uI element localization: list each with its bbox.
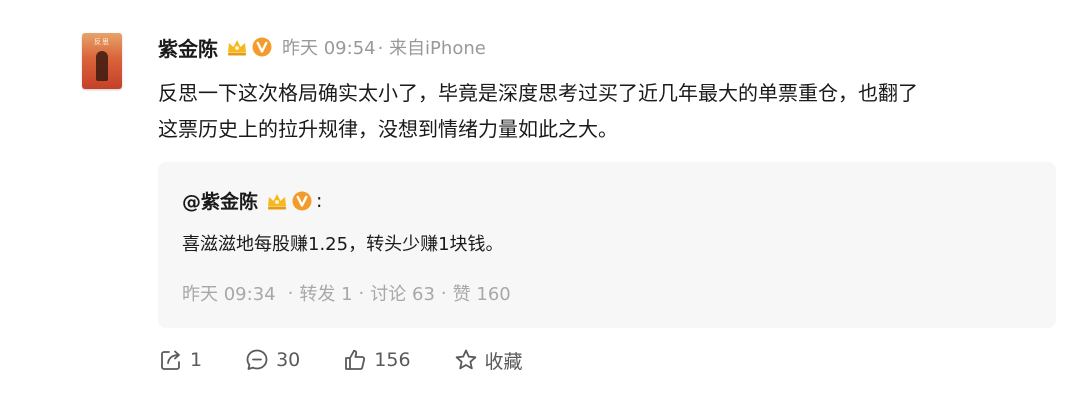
quote-colon: : xyxy=(316,189,323,212)
quote-stats: 昨天 09:34 · 转发 1 · 讨论 63 · 赞 160 xyxy=(182,280,511,306)
post-text-line-1: 反思一下这次格局确实太小了，毕竟是深度思考过买了近几年最大的单票重仓，也翻了 xyxy=(158,81,918,105)
action-bar: 1 30 156 收藏 xyxy=(158,345,565,375)
quote-comments[interactable]: 讨论 63 xyxy=(370,280,435,306)
quote-text: 喜滋滋地每股赚1.25，转头少赚1块钱。 xyxy=(182,234,504,255)
username[interactable]: 紫金陈 xyxy=(158,33,218,62)
post-text: 反思一下这次格局确实太小了，毕竟是深度思考过买了近几年最大的单票重仓，也翻了 这… xyxy=(158,75,1068,147)
avatar[interactable]: 反思 xyxy=(82,33,122,89)
comment-icon xyxy=(246,349,268,370)
post-header: 紫金陈 昨天 09:54 · 来自iPhone xyxy=(158,33,486,61)
quote-header: @紫金陈 : xyxy=(182,187,322,214)
vip-badge-icon xyxy=(252,37,272,57)
comment-button[interactable]: 30 xyxy=(244,347,300,373)
avatar-figure xyxy=(96,51,108,81)
separator: · xyxy=(287,282,294,304)
comment-count: 30 xyxy=(276,349,301,371)
quote-username[interactable]: @紫金陈 xyxy=(182,187,258,214)
like-icon xyxy=(345,349,366,370)
like-button[interactable]: 156 xyxy=(342,347,411,373)
share-icon xyxy=(161,350,180,370)
post-source: · 来自iPhone xyxy=(377,38,486,59)
post-time[interactable]: 昨天 09:54 xyxy=(282,38,376,59)
avatar-cover-text: 反思 xyxy=(94,38,110,46)
crown-icon xyxy=(226,37,248,57)
post-meta: 昨天 09:54 · 来自iPhone xyxy=(282,34,486,60)
post-text-line-2: 这票历史上的拉升规律，没想到情绪力量如此之大。 xyxy=(158,117,618,141)
quote-reposts[interactable]: 转发 1 xyxy=(299,280,352,306)
quote-likes[interactable]: 赞 160 xyxy=(453,280,511,306)
like-count: 156 xyxy=(374,349,411,371)
vip-badge-icon xyxy=(292,191,312,211)
favorite-button[interactable]: 收藏 xyxy=(453,347,523,374)
quote-time[interactable]: 昨天 09:34 xyxy=(182,280,276,306)
crown-icon xyxy=(266,191,288,211)
favorite-label: 收藏 xyxy=(484,350,523,373)
separator: · xyxy=(440,282,447,304)
separator: · xyxy=(358,282,365,304)
share-count: 1 xyxy=(190,349,203,371)
share-button[interactable]: 1 xyxy=(158,347,202,373)
quoted-post[interactable]: @紫金陈 : 喜滋滋地每股赚1.25，转头少赚1块钱。 昨天 09:34 · 转… xyxy=(158,162,1056,328)
star-icon xyxy=(455,349,476,370)
